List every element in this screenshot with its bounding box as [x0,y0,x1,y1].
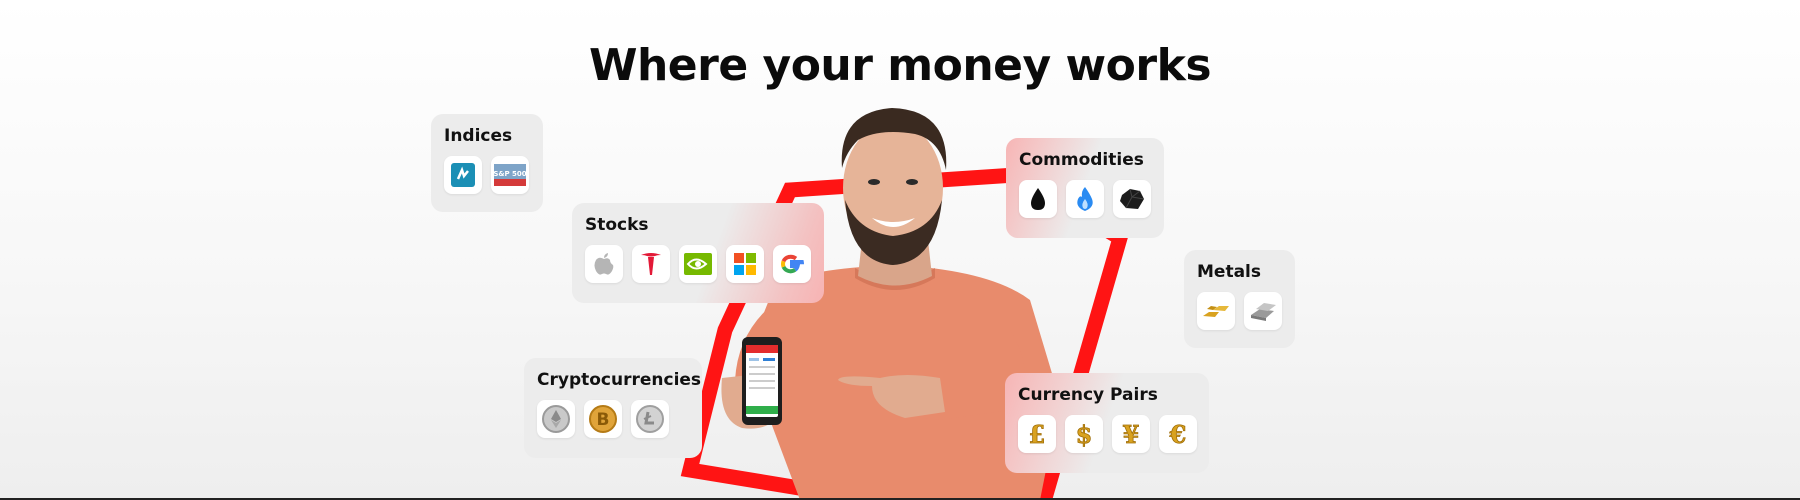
silver-bars-icon[interactable] [1244,292,1282,330]
litecoin-coin-icon[interactable] [631,400,669,438]
nasdaq-icon[interactable] [444,156,482,194]
crypto-card[interactable]: Cryptocurrencies B [524,358,702,458]
svg-text:B: B [597,410,610,430]
sp500-icon[interactable]: S&P 500 [491,156,529,194]
commodities-title: Commodities [1019,150,1144,170]
tesla-icon[interactable] [632,245,670,283]
sp500-label: S&P 500 [494,170,526,178]
oil-drop-icon[interactable] [1019,180,1057,218]
stocks-title: Stocks [585,215,649,235]
gold-bars-icon[interactable] [1197,292,1235,330]
euro-icon[interactable]: € [1159,415,1197,453]
indices-title: Indices [444,126,513,146]
microsoft-icon[interactable] [726,245,764,283]
gas-flame-icon[interactable] [1066,180,1104,218]
indices-card[interactable]: Indices S&P 500 [431,114,543,212]
svg-text:€: € [1169,420,1187,449]
svg-text:¥: ¥ [1123,420,1140,449]
bitcoin-coin-icon[interactable]: B [584,400,622,438]
metals-card[interactable]: Metals [1184,250,1295,348]
nvidia-icon[interactable] [679,245,717,283]
currency-card[interactable]: Currency Pairs £ $ ¥ € [1005,373,1209,473]
svg-text:$: $ [1076,420,1093,449]
google-icon[interactable] [773,245,811,283]
ethereum-coin-icon[interactable] [537,400,575,438]
yen-icon[interactable]: ¥ [1112,415,1150,453]
stocks-card[interactable]: Stocks [572,203,824,303]
metals-title: Metals [1197,262,1261,282]
svg-text:£: £ [1029,420,1046,449]
smiling-man-with-phone [721,108,1060,500]
pound-icon[interactable]: £ [1018,415,1056,453]
currency-title: Currency Pairs [1018,385,1158,405]
coal-icon[interactable] [1113,180,1151,218]
commodities-card[interactable]: Commodities [1006,138,1164,238]
dollar-icon[interactable]: $ [1065,415,1103,453]
crypto-title: Cryptocurrencies [537,370,702,390]
apple-icon[interactable] [585,245,623,283]
